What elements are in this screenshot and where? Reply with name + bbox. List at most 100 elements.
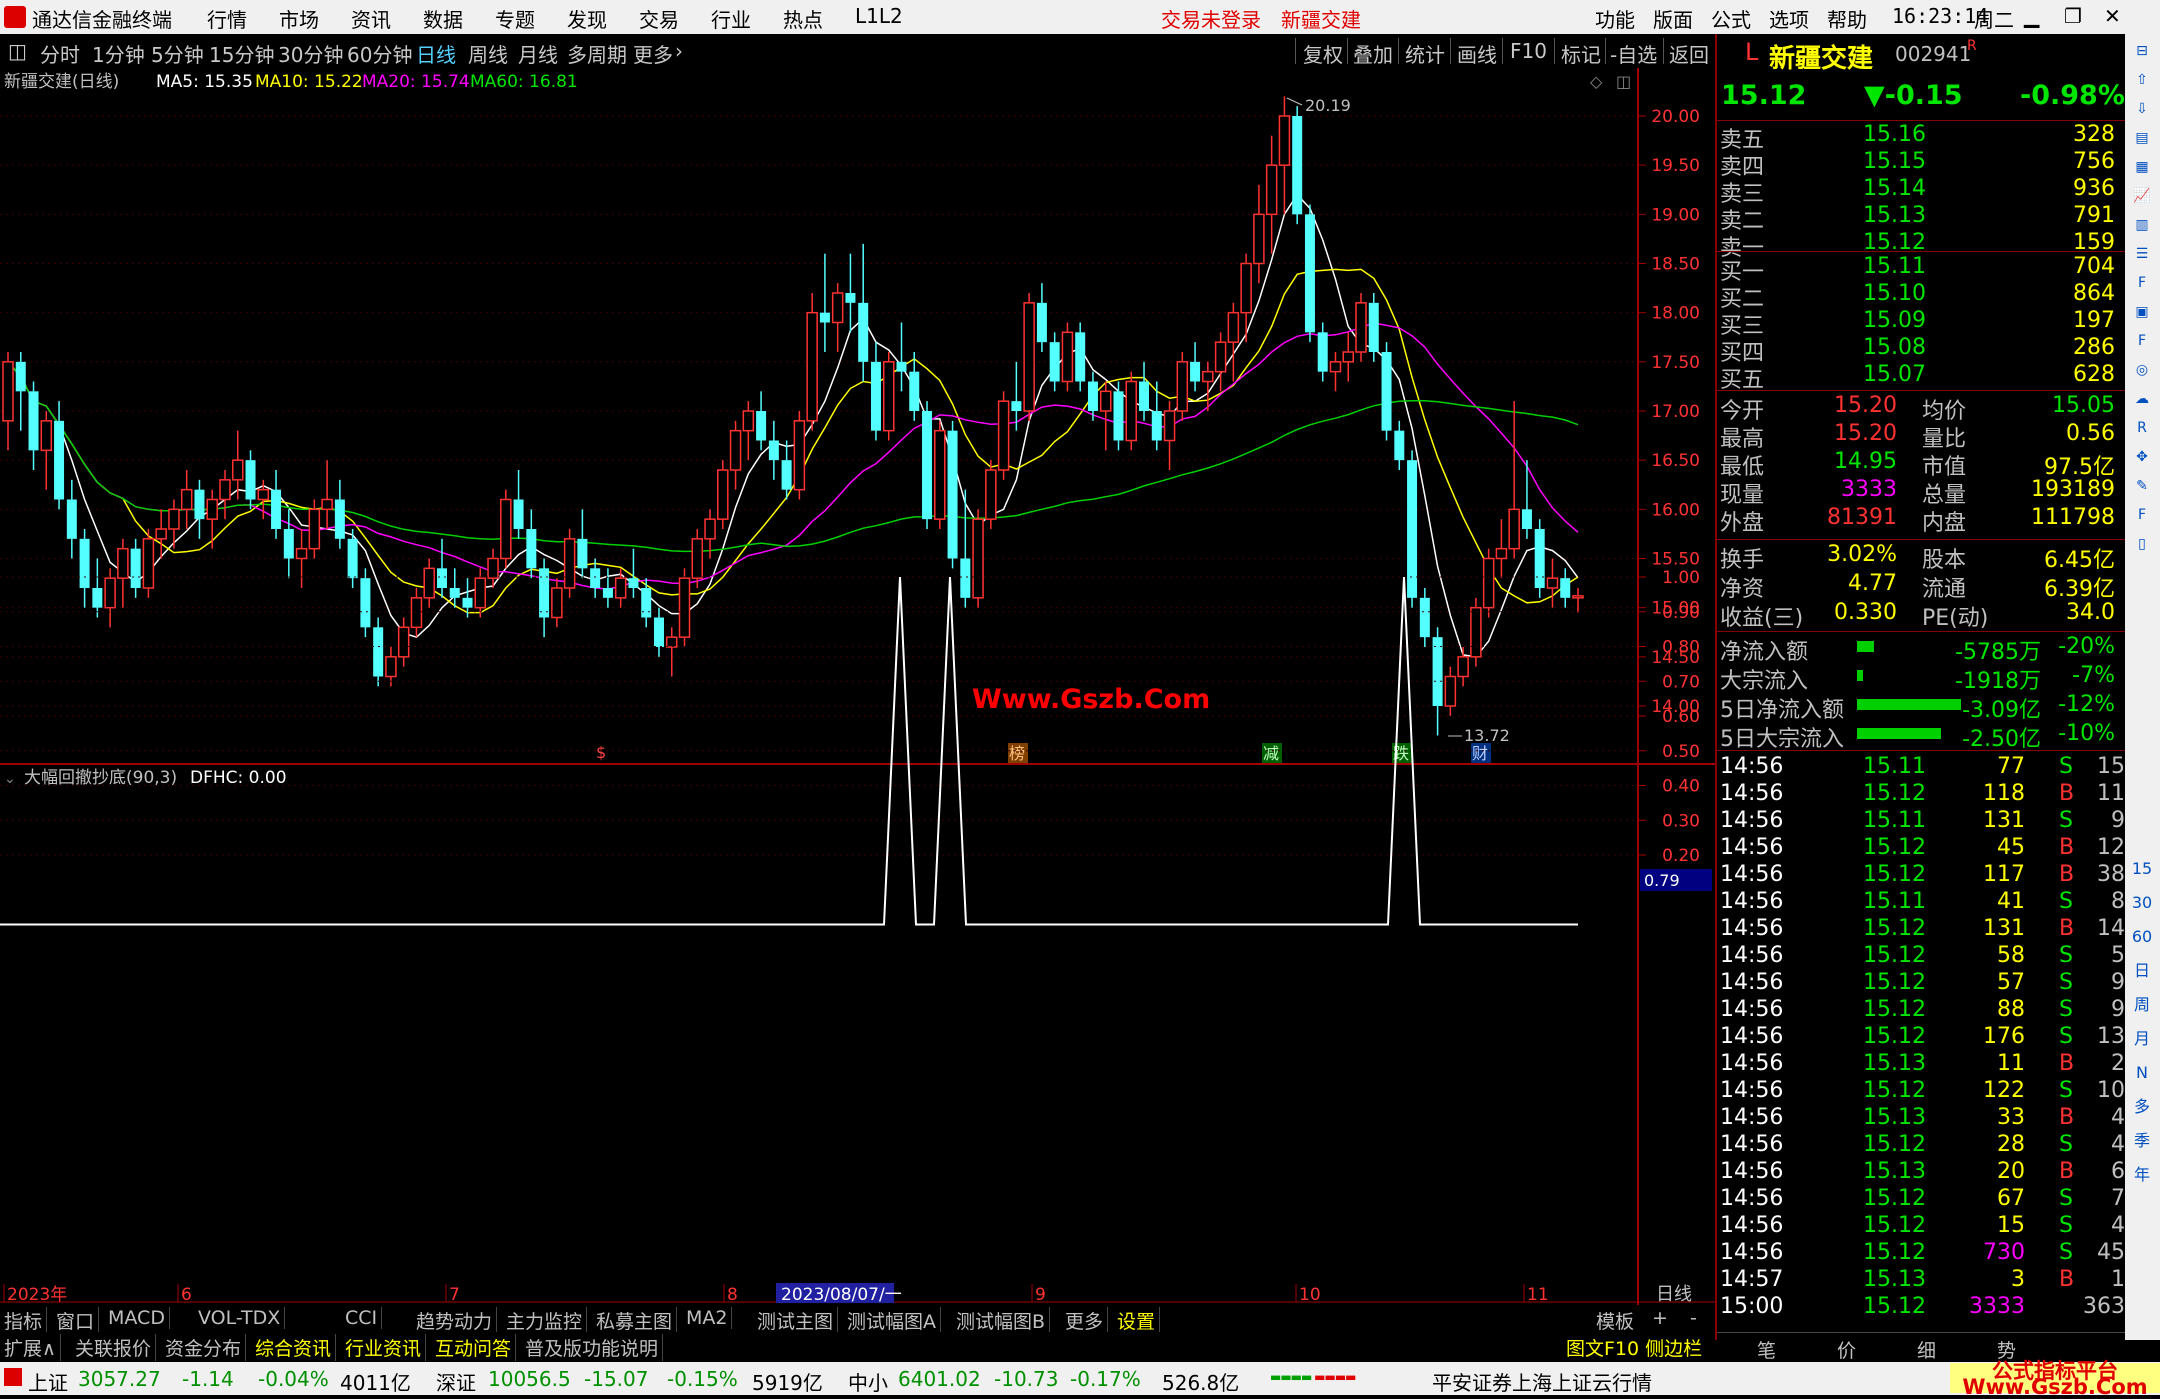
- menu-banmian[interactable]: 版面: [1653, 4, 1693, 33]
- diamond-icon[interactable]: ◇: [1590, 72, 1603, 91]
- info-tab[interactable]: 行业资讯: [345, 1334, 427, 1361]
- period-15min[interactable]: 15分钟: [209, 39, 274, 68]
- sidebar-period[interactable]: 15: [2131, 858, 2153, 880]
- candle-icon[interactable]: ▥: [2131, 214, 2153, 236]
- zoom-out-button[interactable]: -: [1690, 1307, 1697, 1329]
- event-marker-dollar[interactable]: $: [596, 743, 606, 762]
- tool-diejia[interactable]: 叠加: [1353, 39, 1393, 68]
- menu-gongshi[interactable]: 公式: [1711, 4, 1751, 33]
- f2-icon[interactable]: F: [2131, 330, 2153, 352]
- indicator-tab[interactable]: CCI: [345, 1307, 383, 1329]
- restore-icon[interactable]: ❐: [2064, 4, 2082, 28]
- tool-biaoji[interactable]: 标记: [1561, 39, 1601, 68]
- menu-redian[interactable]: 热点: [783, 4, 823, 33]
- menu-gongneng[interactable]: 功能: [1595, 4, 1635, 33]
- info-tab[interactable]: 普及版功能说明: [525, 1334, 664, 1361]
- panel-max-icon[interactable]: ◫: [1616, 72, 1631, 91]
- menu-xuanxiang[interactable]: 选项: [1769, 4, 1809, 33]
- period-multi[interactable]: 多周期: [567, 39, 627, 68]
- menu-zhuanti[interactable]: 专题: [495, 4, 535, 33]
- info-tab[interactable]: 关联报价: [75, 1334, 157, 1361]
- zx-label[interactable]: 中小: [848, 1367, 888, 1396]
- event-marker-bang[interactable]: 榜: [1009, 744, 1025, 763]
- cloud-icon[interactable]: ☁: [2131, 388, 2153, 410]
- arrow-up-icon[interactable]: ⇧: [2131, 69, 2153, 91]
- menu-hangqing[interactable]: 行情: [207, 4, 247, 33]
- template-button[interactable]: 模板: [1596, 1307, 1634, 1334]
- period-5min[interactable]: 5分钟: [151, 39, 204, 68]
- arrow-down-icon[interactable]: ⇩: [2131, 98, 2153, 120]
- dock-icon[interactable]: ⊟: [2131, 40, 2153, 62]
- period-weekly[interactable]: 周线: [468, 39, 508, 68]
- event-marker-jian[interactable]: 减: [1263, 744, 1279, 763]
- indicator-tab[interactable]: 更多: [1065, 1307, 1109, 1334]
- grid-icon[interactable]: ▦: [2131, 156, 2153, 178]
- indicator-tab[interactable]: MACD: [108, 1307, 170, 1329]
- menu-hangye[interactable]: 行业: [711, 4, 751, 33]
- panel-toggle-icon[interactable]: ◫: [8, 39, 27, 63]
- sidebar-period[interactable]: 30: [2131, 892, 2153, 914]
- indicator-tab[interactable]: 指标: [4, 1307, 48, 1334]
- period-more[interactable]: 更多: [633, 39, 673, 68]
- sidebar-period[interactable]: 60: [2131, 926, 2153, 948]
- pen-icon[interactable]: ✎: [2131, 475, 2153, 497]
- indicator-tab[interactable]: 测试幅图A: [847, 1307, 941, 1334]
- indicator-tab[interactable]: 设置: [1117, 1307, 1161, 1334]
- sidebar-period[interactable]: 季: [2131, 1130, 2153, 1152]
- tool-huaxian[interactable]: 画线: [1457, 39, 1497, 68]
- tool-fanhui[interactable]: 返回: [1669, 39, 1709, 68]
- menu-bangzhu[interactable]: 帮助: [1827, 4, 1867, 33]
- info-tab[interactable]: 扩展∧: [4, 1334, 61, 1361]
- indicator-tab[interactable]: 主力监控: [506, 1307, 588, 1334]
- login-status[interactable]: 交易未登录: [1161, 4, 1261, 33]
- kline-icon[interactable]: ▯: [2131, 533, 2153, 555]
- minimize-icon[interactable]: ▁: [2024, 4, 2039, 28]
- list-icon[interactable]: ☰: [2131, 243, 2153, 265]
- quote-tab-xi[interactable]: 细: [1917, 1336, 1936, 1363]
- period-1min[interactable]: 1分钟: [92, 39, 145, 68]
- sidebar-period[interactable]: 月: [2131, 1028, 2153, 1050]
- sidebar-period[interactable]: 周: [2131, 994, 2153, 1016]
- tool-f10[interactable]: F10: [1510, 39, 1547, 63]
- menu-l1l2[interactable]: L1L2: [855, 4, 903, 28]
- event-marker-cai[interactable]: 财: [1472, 744, 1488, 763]
- sidebar-period[interactable]: 多: [2131, 1096, 2153, 1118]
- info-tab[interactable]: 综合资讯: [255, 1334, 337, 1361]
- quote-tab-jia[interactable]: 价: [1837, 1336, 1856, 1363]
- sz-label[interactable]: 深证: [436, 1367, 476, 1396]
- indicator-tab[interactable]: 测试主图: [757, 1307, 839, 1334]
- f10-icon[interactable]: F: [2131, 272, 2153, 294]
- tool-tongji[interactable]: 统计: [1405, 39, 1445, 68]
- quote-tab-bi[interactable]: 笔: [1757, 1336, 1776, 1363]
- period-60min[interactable]: 60分钟: [347, 39, 412, 68]
- sidebar-period[interactable]: 年: [2131, 1164, 2153, 1186]
- tool-zixuan[interactable]: -自选: [1610, 39, 1657, 68]
- book-icon[interactable]: ▤: [2131, 127, 2153, 149]
- indicator-tab[interactable]: 私募主图: [596, 1307, 678, 1334]
- period-daily[interactable]: 日线: [416, 39, 456, 68]
- server-name[interactable]: 平安证券上海上证云行情: [1432, 1367, 1652, 1396]
- indicator-tab[interactable]: 窗口: [56, 1307, 100, 1334]
- move-icon[interactable]: ✥: [2131, 446, 2153, 468]
- close-icon[interactable]: ✕: [2104, 4, 2121, 28]
- info-tab[interactable]: 资金分布: [165, 1334, 247, 1361]
- chart-icon[interactable]: 📈: [2131, 185, 2153, 207]
- indicator-tab[interactable]: 趋势动力: [416, 1307, 498, 1334]
- zoom-in-button[interactable]: +: [1652, 1307, 1668, 1329]
- target-icon[interactable]: ◎: [2131, 359, 2153, 381]
- doc-icon[interactable]: ▣: [2131, 301, 2153, 323]
- chevron-right-icon[interactable]: ›: [675, 39, 683, 63]
- menu-shuju[interactable]: 数据: [423, 4, 463, 33]
- indicator-collapse-icon[interactable]: ⌄: [4, 771, 16, 787]
- rsi-icon[interactable]: R: [2131, 417, 2153, 439]
- menu-zixun[interactable]: 资讯: [351, 4, 391, 33]
- menu-jiaoyi[interactable]: 交易: [639, 4, 679, 33]
- sidebar-period[interactable]: N: [2131, 1062, 2153, 1084]
- info-tab[interactable]: 互动问答: [435, 1334, 517, 1361]
- period-fenshi[interactable]: 分时: [40, 39, 80, 68]
- fs-icon[interactable]: F: [2131, 504, 2153, 526]
- indicator-tab[interactable]: 测试幅图B: [956, 1307, 1051, 1334]
- tool-fuquan[interactable]: 复权: [1303, 39, 1343, 68]
- sh-label[interactable]: 上证: [28, 1367, 68, 1396]
- period-monthly[interactable]: 月线: [518, 39, 558, 68]
